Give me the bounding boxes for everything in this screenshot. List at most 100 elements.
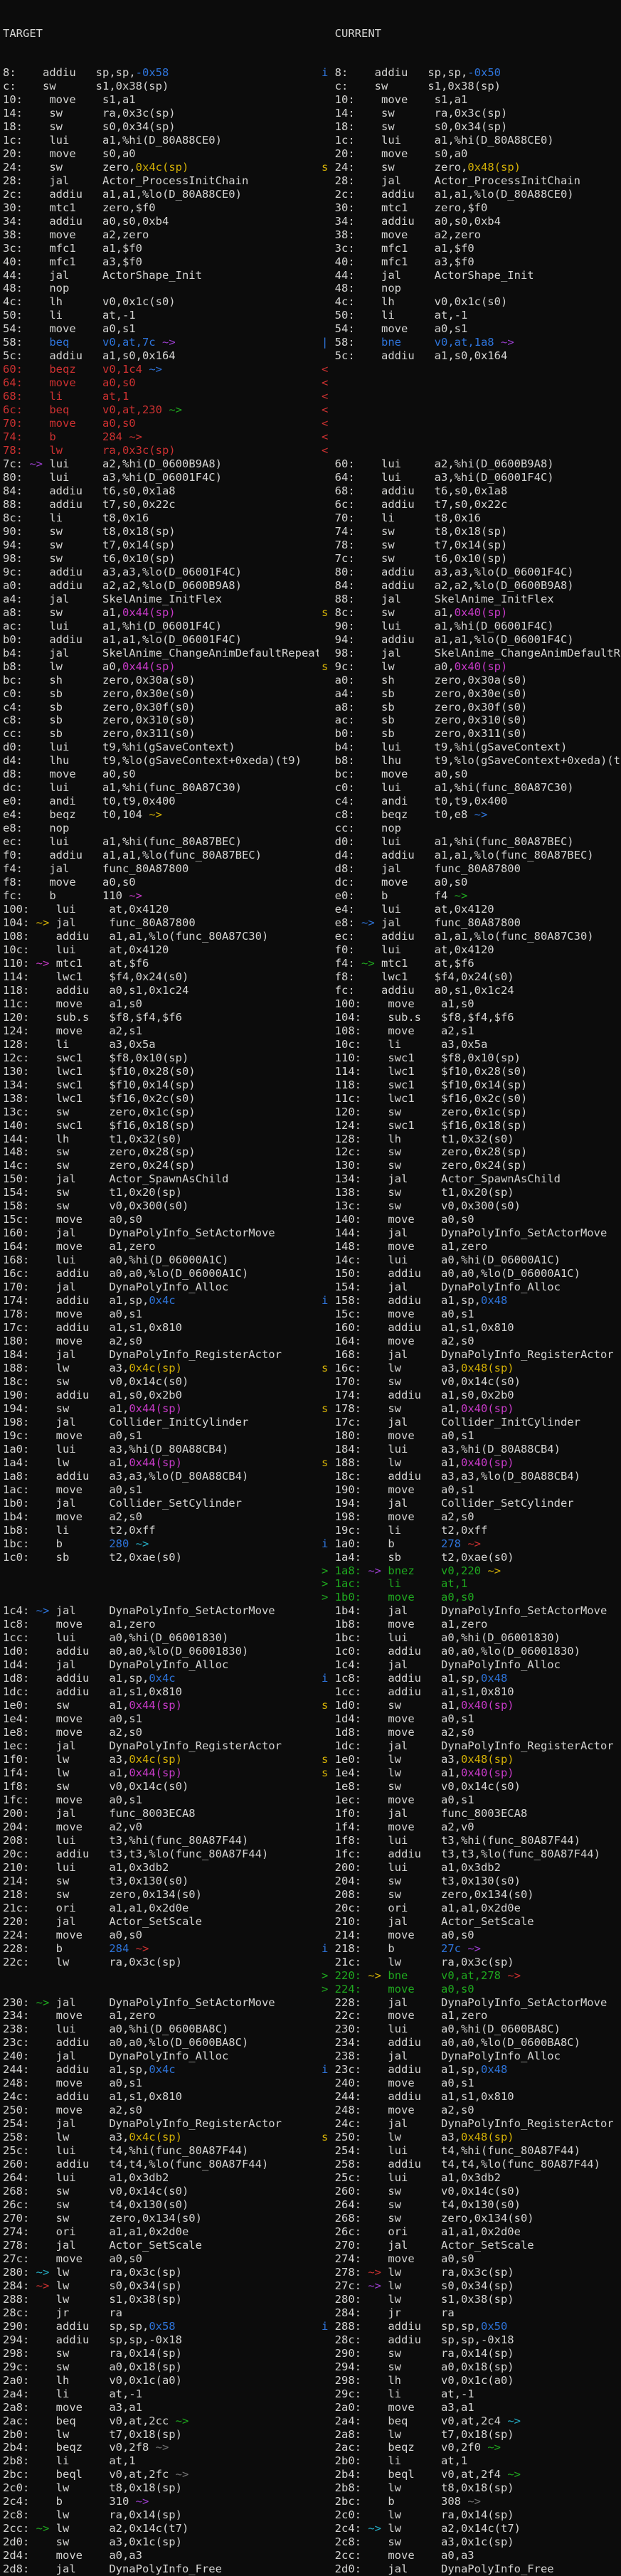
asm-operands: SkelAnime_InitFlex: [435, 593, 554, 605]
asm-operands: t8,0x16: [102, 512, 149, 524]
asm-line: 10c: lui at,0x4120: [3, 943, 319, 957]
asm-address: 104:: [335, 1011, 361, 1024]
asm-mnemonic: lh: [56, 2374, 110, 2387]
asm-address: 230:: [3, 1996, 29, 2009]
asm-operands: 0x4c(sp): [129, 1753, 182, 1766]
asm-mnemonic: lw: [56, 1766, 110, 1779]
asm-line: 1b4: move a2,s0: [3, 1510, 319, 1524]
asm-mnemonic: jr: [56, 2306, 110, 2319]
asm-line: 198: jal Collider_InitCylinder: [3, 1416, 319, 1429]
asm-address: 1d8:: [335, 1726, 361, 1739]
asm-line: 2c: addiu a1,a1,%lo(D_80A88CE0): [322, 188, 621, 201]
asm-mnemonic: addiu: [56, 1294, 110, 1307]
asm-operands: 0x40(sp): [461, 1456, 514, 1469]
asm-address: 2cc:: [335, 2549, 361, 2562]
asm-operands: a0,s1: [435, 322, 468, 335]
asm-operands: a1,sp,: [441, 2063, 481, 2076]
asm-address: 16c:: [335, 1362, 361, 1374]
asm-line: 6c: beq v0,at,230 ~>: [3, 403, 319, 417]
asm-address: e8:: [3, 822, 23, 834]
asm-mnemonic: li: [388, 2387, 441, 2400]
asm-address: 108:: [335, 1024, 361, 1037]
asm-line: a8: sb zero,0x30f(s0): [322, 701, 621, 714]
asm-operands: t9,%hi(gSaveContext): [435, 741, 568, 753]
asm-operands: DynaPolyInfo_RegisterActor: [441, 1739, 614, 1752]
asm-address: 234:: [3, 2009, 29, 2022]
asm-address: c:: [335, 80, 349, 92]
asm-line: 114: lwc1 $f4,0x24(s0): [3, 970, 319, 984]
asm-address: d8:: [335, 862, 355, 875]
asm-line: i 1c8: addiu a1,sp,0x48: [322, 1672, 621, 1685]
asm-operands: [122, 889, 129, 902]
asm-mnemonic: beqz: [56, 2441, 110, 2454]
asm-address: 294:: [335, 2360, 361, 2373]
asm-mnemonic: move: [56, 1618, 110, 1631]
asm-address: 1e0:: [335, 1753, 361, 1766]
asm-operands: a0,a3: [441, 2549, 474, 2562]
asm-mnemonic: sw: [56, 2185, 110, 2198]
asm-line: 184: lui a3,%hi(D_80A88CB4): [322, 1443, 621, 1456]
asm-diff-terminal[interactable]: TARGET 8: addiu sp,sp,-0x58c: sw s1,0x38…: [0, 0, 621, 2525]
asm-address: 22c:: [3, 1956, 29, 1968]
diff-marker: s: [322, 1699, 335, 1712]
asm-mnemonic: li: [49, 512, 102, 524]
asm-line: 1c8: move a1,zero: [3, 1618, 319, 1631]
asm-operands: [169, 2468, 175, 2481]
asm-line: 284: jr ra: [322, 2306, 621, 2320]
asm-line: 2c4: b 310 ~>: [3, 2495, 319, 2508]
asm-line: 238: lui a0,%hi(D_0600BA8C): [3, 2023, 319, 2036]
asm-address: e0:: [335, 889, 355, 902]
asm-mnemonic: addiu: [388, 1685, 441, 1698]
asm-address: 2c4:: [3, 2495, 29, 2508]
asm-line: 204: move a2,v0: [3, 1820, 319, 1834]
asm-line: 2d8: jal DynaPolyInfo_Free: [3, 2562, 319, 2576]
asm-mnemonic: lui: [49, 471, 102, 484]
asm-mnemonic: beq: [388, 2415, 441, 2427]
asm-address: fc:: [3, 889, 23, 902]
asm-operands: $f10,0x14(sp): [441, 1078, 527, 1091]
asm-address: 4c:: [3, 295, 23, 308]
asm-address: 200:: [335, 1861, 361, 1874]
asm-mnemonic: addiu: [388, 1470, 441, 1483]
asm-line: 268: sw v0,0x14c(s0): [3, 2185, 319, 2198]
asm-operands: a2,zero: [435, 228, 481, 241]
asm-line: 4c: lh v0,0x1c(s0): [322, 295, 621, 309]
asm-address: 68:: [3, 390, 23, 403]
asm-mnemonic: swc1: [56, 1078, 110, 1091]
asm-address: 100:: [335, 997, 361, 1010]
asm-mnemonic: lw: [388, 1362, 441, 1374]
asm-mnemonic: jal: [56, 2562, 110, 2575]
asm-line: b8: lw a0,0x44(sp): [3, 660, 319, 674]
asm-mnemonic: lw: [56, 1456, 110, 1469]
asm-line: 274: move a0,s0: [322, 2252, 621, 2266]
asm-operands: SkelAnime_ChangeAnimDefaultRepeat: [435, 647, 621, 659]
asm-address: c0:: [3, 687, 23, 700]
asm-line: 80: lui a3,%hi(D_06001F4C): [3, 471, 319, 484]
asm-address: 148:: [335, 1240, 361, 1253]
asm-line: i 158: addiu a1,sp,0x48: [322, 1294, 621, 1308]
branch-arrow: ~>: [176, 2415, 189, 2427]
asm-mnemonic: sw: [388, 2347, 441, 2360]
asm-mnemonic: nop: [49, 282, 102, 295]
branch-arrow: ~>: [368, 1969, 381, 1982]
asm-address: 17c:: [3, 1321, 29, 1334]
asm-operands: zero,0x134(s0): [441, 1888, 534, 1901]
asm-address: 78:: [3, 444, 23, 457]
asm-mnemonic: jal: [49, 269, 102, 282]
asm-operands: ra,0x3c(sp): [109, 2266, 182, 2279]
asm-address: 54:: [335, 322, 355, 335]
asm-address: cc:: [335, 822, 355, 834]
asm-address: c0:: [335, 781, 355, 794]
asm-mnemonic: jal: [56, 1604, 110, 1617]
asm-mnemonic: move: [56, 1483, 110, 1496]
asm-operands: a2,v0: [109, 1820, 142, 1833]
asm-line: | 58: bne v0,at,1a8 ~>: [322, 336, 621, 349]
branch-arrow: ~>: [467, 1537, 481, 1550]
branch-arrow: ~>: [162, 336, 176, 349]
asm-address: 208:: [335, 1888, 361, 1901]
asm-operands: zero,0x28(sp): [441, 1145, 527, 1158]
asm-operands: v0,0x1c(a0): [441, 2374, 514, 2387]
asm-line: 208: sw zero,0x134(s0): [322, 1888, 621, 1902]
asm-operands: 310: [109, 2495, 129, 2508]
asm-line: 194: jal Collider_SetCylinder: [322, 1497, 621, 1510]
